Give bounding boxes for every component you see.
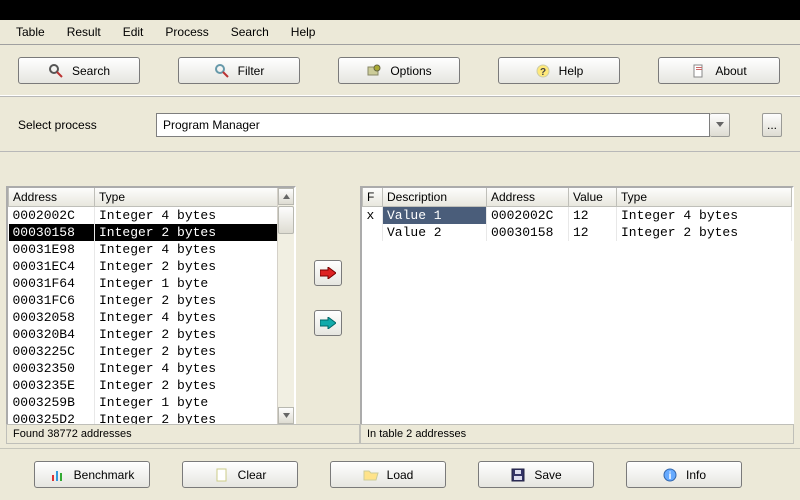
about-button[interactable]: About: [658, 57, 780, 84]
scroll-thumb[interactable]: [278, 206, 294, 234]
table-row[interactable]: xValue 10002002C12Integer 4 bytes: [363, 207, 792, 225]
chart-icon: [50, 467, 66, 483]
process-combo[interactable]: Program Manager: [156, 113, 730, 137]
toolbar: Search Filter Options ? Help About: [0, 45, 800, 97]
svg-text:?: ?: [540, 67, 546, 78]
status-bar: Found 38772 addresses In table 2 address…: [6, 424, 794, 444]
process-label: Select process: [18, 118, 128, 132]
process-browse-button[interactable]: ...: [762, 113, 782, 137]
info-icon: i: [662, 467, 678, 483]
button-label: About: [715, 64, 746, 78]
result-row[interactable]: 0002002CInteger 4 bytes: [9, 207, 294, 225]
result-row[interactable]: 0003259BInteger 1 byte: [9, 394, 294, 411]
button-label: Load: [387, 468, 414, 482]
help-icon: ?: [535, 63, 551, 79]
menu-help[interactable]: Help: [281, 22, 326, 42]
page-icon: [214, 467, 230, 483]
arrow-right-teal-icon: [320, 317, 336, 329]
filter-button[interactable]: Filter: [178, 57, 300, 84]
result-row[interactable]: 0003225CInteger 2 bytes: [9, 343, 294, 360]
result-row[interactable]: 00031E98Integer 4 bytes: [9, 241, 294, 258]
save-button[interactable]: Save: [478, 461, 594, 488]
button-label: Info: [686, 468, 706, 482]
process-value: Program Manager: [163, 118, 260, 132]
button-label: Filter: [238, 64, 265, 78]
arrow-right-icon: [320, 267, 336, 279]
process-input[interactable]: Program Manager: [156, 113, 710, 137]
menu-process[interactable]: Process: [155, 22, 218, 42]
result-row[interactable]: 0003235EInteger 2 bytes: [9, 377, 294, 394]
menu-search[interactable]: Search: [221, 22, 279, 42]
result-row[interactable]: 00031FC6Integer 2 bytes: [9, 292, 294, 309]
magnifier-icon: [48, 63, 64, 79]
col-value[interactable]: Value: [569, 188, 617, 207]
add-to-table-button[interactable]: [314, 260, 342, 286]
scrollbar[interactable]: [277, 188, 294, 424]
col-address[interactable]: Address: [9, 188, 95, 207]
result-row[interactable]: 00030158Integer 2 bytes: [9, 224, 294, 241]
col-frozen[interactable]: F: [363, 188, 383, 207]
result-row[interactable]: 00031EC4Integer 2 bytes: [9, 258, 294, 275]
svg-text:i: i: [669, 471, 672, 482]
menubar: Table Result Edit Process Search Help: [0, 20, 800, 45]
folder-open-icon: [363, 467, 379, 483]
button-label: Benchmark: [74, 468, 135, 482]
gear-icon: [366, 63, 382, 79]
table-row[interactable]: Value 20003015812Integer 2 bytes: [363, 224, 792, 241]
search-button[interactable]: Search: [18, 57, 140, 84]
options-button[interactable]: Options: [338, 57, 460, 84]
info-button[interactable]: i Info: [626, 461, 742, 488]
menu-table[interactable]: Table: [6, 22, 55, 42]
help-button[interactable]: ? Help: [498, 57, 620, 84]
col-type[interactable]: Type: [95, 188, 294, 207]
table-grid[interactable]: F Description Address Value Type xValue …: [360, 186, 794, 426]
scroll-down-icon[interactable]: [278, 407, 294, 424]
col-description[interactable]: Description: [383, 188, 487, 207]
result-row[interactable]: 000320B4Integer 2 bytes: [9, 326, 294, 343]
about-icon: [691, 63, 707, 79]
bottom-toolbar: Benchmark Clear Load Save i Info: [0, 448, 800, 500]
transfer-buttons: [296, 186, 360, 426]
magnifier-filter-icon: [214, 63, 230, 79]
results-grid[interactable]: Address Type 0002002CInteger 4 bytes0003…: [6, 186, 296, 426]
menu-edit[interactable]: Edit: [113, 22, 154, 42]
result-row[interactable]: 00032058Integer 4 bytes: [9, 309, 294, 326]
scroll-up-icon[interactable]: [278, 188, 294, 205]
button-label: Help: [559, 64, 584, 78]
button-label: Search: [72, 64, 110, 78]
result-row[interactable]: 00032350Integer 4 bytes: [9, 360, 294, 377]
chevron-down-icon[interactable]: [710, 113, 730, 137]
floppy-icon: [510, 467, 526, 483]
results-status: Found 38772 addresses: [6, 424, 360, 444]
button-label: Save: [534, 468, 561, 482]
add-all-button[interactable]: [314, 310, 342, 336]
load-button[interactable]: Load: [330, 461, 446, 488]
button-label: Clear: [238, 468, 267, 482]
clear-button[interactable]: Clear: [182, 461, 298, 488]
col-address[interactable]: Address: [487, 188, 569, 207]
result-row[interactable]: 00031F64Integer 1 byte: [9, 275, 294, 292]
table-status: In table 2 addresses: [360, 424, 794, 444]
benchmark-button[interactable]: Benchmark: [34, 461, 150, 488]
col-type[interactable]: Type: [617, 188, 792, 207]
menu-result[interactable]: Result: [57, 22, 111, 42]
process-selector-row: Select process Program Manager ...: [0, 97, 800, 152]
button-label: Options: [390, 64, 431, 78]
